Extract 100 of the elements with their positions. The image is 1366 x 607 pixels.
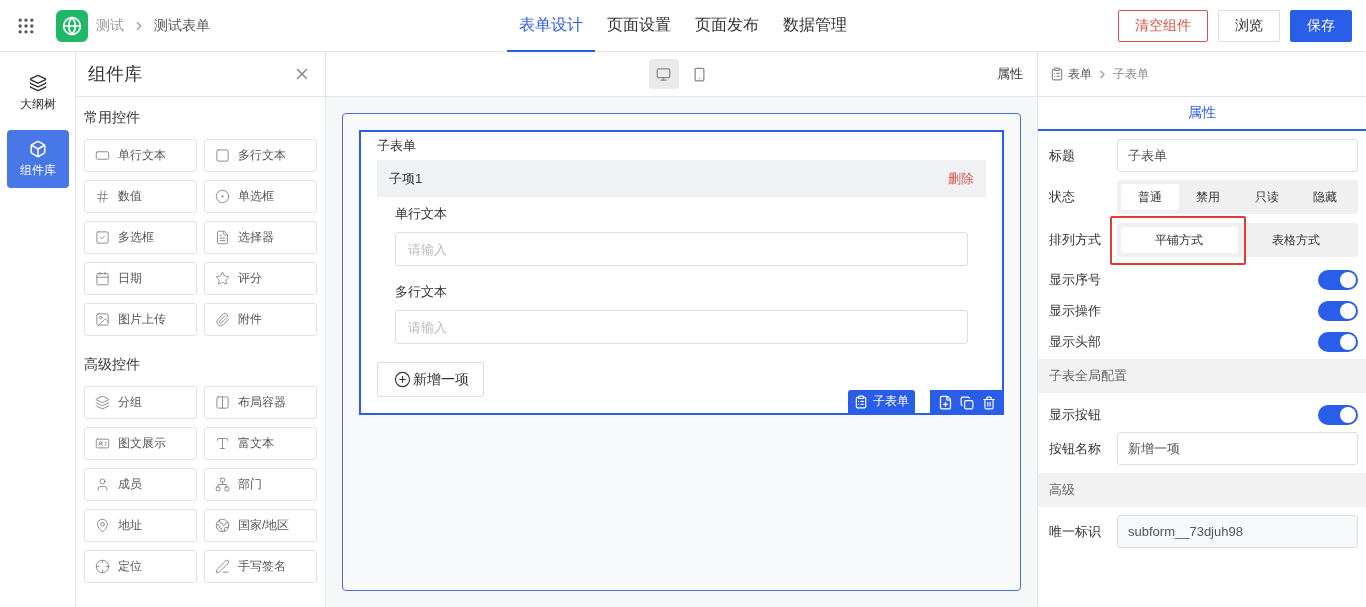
toggle-switch[interactable]: [1318, 404, 1358, 425]
field-label: 显示序号: [1049, 270, 1102, 289]
columns-icon: [215, 395, 230, 410]
delete-link[interactable]: 删除: [948, 169, 974, 188]
checkbox-icon: [95, 230, 110, 245]
globe-logo-icon: [56, 9, 88, 42]
input-icon: [95, 148, 110, 163]
layers-icon: [28, 73, 47, 92]
component-item[interactable]: 评分: [204, 262, 317, 295]
copy-icon[interactable]: [960, 395, 975, 410]
phone-icon: [692, 66, 707, 82]
card-icon: [95, 436, 110, 451]
input-field[interactable]: 请输入: [395, 310, 968, 344]
breadcrumb-item[interactable]: 表单: [1068, 65, 1092, 83]
component-item[interactable]: 单行文本: [84, 139, 197, 172]
component-item[interactable]: 多选框: [84, 221, 197, 254]
add-file-icon[interactable]: [937, 395, 953, 410]
field-label: 按钮名称: [1049, 439, 1102, 458]
layers-icon: [95, 395, 110, 410]
segment-option[interactable]: 隐藏: [1295, 184, 1354, 210]
save-button[interactable]: 保存: [1290, 9, 1352, 42]
field-label: 排列方式: [1049, 231, 1102, 249]
component-item[interactable]: 地址: [84, 509, 197, 542]
properties-toggle[interactable]: 属性: [997, 65, 1023, 83]
toggle-switch[interactable]: [1318, 269, 1358, 290]
component-item[interactable]: 图文展示: [84, 427, 197, 460]
field-label: 标题: [1049, 146, 1076, 165]
component-item[interactable]: 成员: [84, 468, 197, 501]
preview-button[interactable]: 浏览: [1218, 9, 1280, 42]
toggle-switch[interactable]: [1318, 331, 1358, 352]
panel-title: 组件库: [88, 63, 142, 86]
text-icon: [215, 436, 230, 451]
field-label: 显示按钮: [1049, 405, 1102, 424]
properties-tab[interactable]: 属性: [1038, 97, 1366, 131]
globe-icon: [215, 518, 230, 533]
title-input[interactable]: 子表单: [1117, 139, 1358, 172]
component-item[interactable]: 部门: [204, 468, 317, 501]
subform-block[interactable]: 子表单 子项1 删除 单行文本 请输入 多行文本 请输入 新增一项 子表单: [359, 130, 1004, 415]
nav-tab[interactable]: 表单设计: [507, 0, 595, 52]
component-item[interactable]: 数值: [84, 180, 197, 213]
form-icon: [854, 394, 868, 409]
component-item[interactable]: 选择器: [204, 221, 317, 254]
nav-tab[interactable]: 页面发布: [683, 0, 771, 52]
nav-tab[interactable]: 页面设置: [595, 0, 683, 52]
nav-tab[interactable]: 数据管理: [771, 0, 859, 52]
component-item[interactable]: 分组: [84, 386, 197, 419]
paperclip-icon: [215, 312, 230, 327]
trash-icon[interactable]: [982, 395, 997, 410]
form-icon: [1050, 67, 1064, 81]
component-item[interactable]: 单选框: [204, 180, 317, 213]
pen-icon: [215, 559, 230, 574]
monitor-icon: [656, 66, 671, 82]
component-item[interactable]: 手写签名: [204, 550, 317, 583]
component-item[interactable]: 日期: [84, 262, 197, 295]
rail-item[interactable]: 大纲树: [6, 64, 69, 122]
group-title: 常用控件: [83, 108, 141, 127]
component-item[interactable]: 定位: [84, 550, 197, 583]
field-label: 显示头部: [1049, 332, 1102, 351]
breadcrumb-item: 测试表单: [154, 16, 210, 35]
field-label: 多行文本: [395, 283, 448, 301]
field-label: 状态: [1049, 188, 1076, 206]
item-title: 子项1: [389, 169, 423, 188]
segment-option[interactable]: 平铺方式: [1121, 227, 1238, 253]
number-icon: [95, 189, 110, 204]
tag-label: 子表单: [873, 393, 909, 410]
add-item-button[interactable]: 新增一项: [377, 362, 484, 397]
star-icon: [215, 271, 230, 286]
id-input[interactable]: subform__73djuh98: [1117, 515, 1358, 548]
clear-button[interactable]: 清空组件: [1118, 9, 1208, 42]
user-icon: [95, 477, 110, 492]
segment-option[interactable]: 只读: [1237, 184, 1296, 210]
list-icon: [215, 230, 230, 245]
segment-option[interactable]: 表格方式: [1237, 227, 1354, 253]
section-header: 高级: [1038, 473, 1366, 507]
rail-item[interactable]: 组件库: [6, 130, 69, 188]
input-field[interactable]: 请输入: [395, 232, 968, 266]
subform-title: 子表单: [377, 137, 417, 155]
field-label: 唯一标识: [1049, 522, 1102, 541]
component-item[interactable]: 附件: [204, 303, 317, 336]
calendar-icon: [95, 271, 110, 286]
component-item[interactable]: 多行文本: [204, 139, 317, 172]
rail-label: 大纲树: [19, 95, 56, 113]
desktop-view-button[interactable]: [648, 59, 679, 89]
component-item[interactable]: 富文本: [204, 427, 317, 460]
segment-option[interactable]: 普通: [1121, 184, 1180, 210]
plus-circle-icon: [394, 371, 411, 388]
component-item[interactable]: 图片上传: [84, 303, 197, 336]
crosshair-icon: [95, 559, 110, 574]
component-item[interactable]: 国家/地区: [204, 509, 317, 542]
section-header: 子表全局配置: [1038, 359, 1366, 393]
component-item[interactable]: 布局容器: [204, 386, 317, 419]
segment-option[interactable]: 禁用: [1179, 184, 1238, 210]
textarea-icon: [215, 148, 230, 163]
image-icon: [95, 312, 110, 327]
tree-icon: [215, 477, 230, 492]
map-pin-icon: [95, 518, 110, 533]
toggle-switch[interactable]: [1318, 300, 1358, 321]
field-label: 显示操作: [1049, 301, 1102, 320]
button-name-input[interactable]: 新增一项: [1117, 432, 1358, 465]
field-label: 单行文本: [395, 205, 448, 223]
